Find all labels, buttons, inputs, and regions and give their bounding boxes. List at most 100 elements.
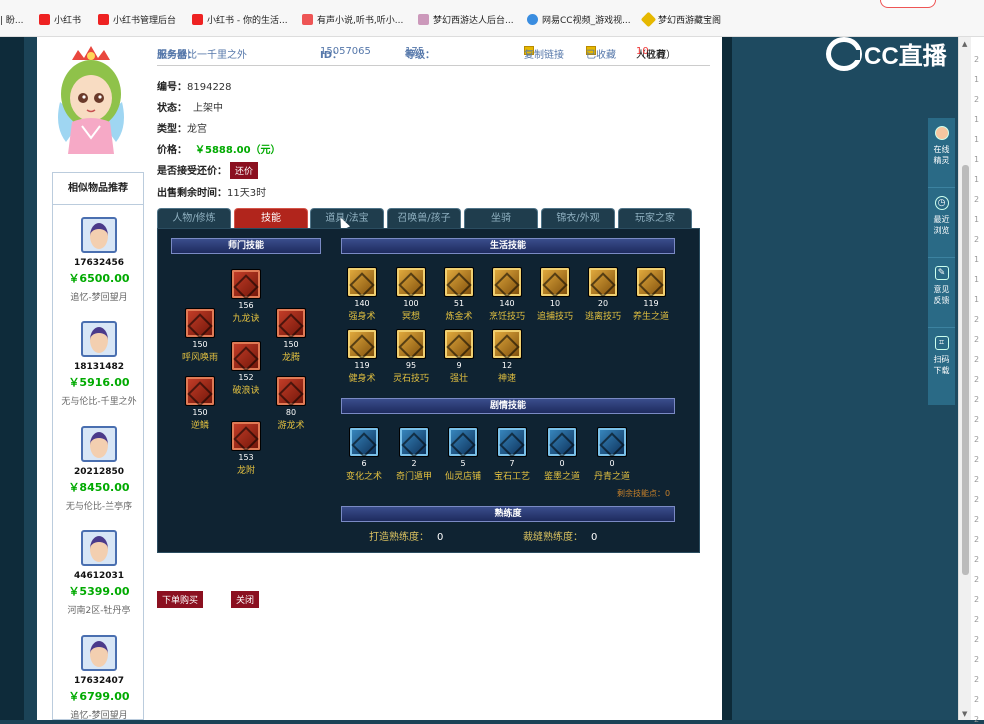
life-skill[interactable]: 100 冥想 — [386, 267, 436, 322]
audiobook-icon — [302, 14, 313, 25]
life-skill-icon — [540, 267, 570, 297]
bookmark-item[interactable]: 梦幻西游藏宝阁 — [640, 11, 721, 28]
detail-tabs: 人物/修炼 技能 道具/法宝 召唤兽/孩子 坐骑 锦衣/外观 玩家之家 — [157, 208, 700, 228]
character-thumb-icon — [81, 321, 117, 357]
school-skill[interactable]: 150 逆鳞 — [175, 376, 225, 431]
story-skills-title: 剧情技能 — [341, 398, 675, 414]
tab-pets[interactable]: 召唤兽/孩子 — [387, 208, 461, 228]
character-thumb-icon — [81, 217, 117, 253]
tool-qr-download[interactable]: ⌗ 扫码下载 — [928, 328, 955, 398]
scrollbar[interactable]: ▲ ▼ — [958, 37, 971, 720]
scroll-down-icon[interactable]: ▼ — [962, 710, 969, 718]
treasure-icon — [640, 11, 657, 28]
proficiency-title: 熟练度 — [341, 506, 675, 522]
school-skill-icon — [231, 421, 261, 451]
close-button[interactable]: 关闭 — [231, 591, 260, 608]
item-number: 编号：8194228 — [157, 82, 232, 93]
school-skill[interactable]: 80 游龙术 — [266, 376, 316, 431]
life-skill-icon — [492, 267, 522, 297]
school-skill-icon — [185, 308, 215, 338]
buy-button[interactable]: 下单购买 — [157, 591, 204, 608]
life-skill[interactable]: 140 强身术 — [337, 267, 387, 322]
bookmark-item[interactable]: 有声小说,听书,听小... — [302, 14, 403, 28]
sign-in-pill[interactable] — [880, 0, 936, 8]
life-skill-icon — [492, 329, 522, 359]
cc-logo-icon — [826, 37, 862, 71]
tab-outfits[interactable]: 锦衣/外观 — [541, 208, 615, 228]
left-edge — [0, 37, 24, 720]
bookmark-item[interactable]: 梦幻西游达人后台... — [418, 14, 514, 28]
school-skill[interactable]: 150 呼风唤雨 — [175, 308, 225, 363]
bookmarks-bar: | 盼... 小红书 小红书管理后台 小红书 - 你的生活... 有声小说,听书… — [0, 0, 984, 37]
life-skill[interactable]: 12 神速 — [482, 329, 532, 384]
xiaohongshu-icon — [192, 14, 203, 25]
similar-item[interactable]: 17632456 ￥6500.00 追忆-梦回望月 — [53, 217, 145, 303]
life-skill[interactable]: 119 养生之道 — [626, 267, 676, 322]
dragon-palace-character-icon — [58, 46, 124, 154]
tab-character[interactable]: 人物/修炼 — [157, 208, 231, 228]
life-skill[interactable]: 51 炼金术 — [434, 267, 484, 322]
character-thumb-icon — [81, 530, 117, 566]
bookmark-item[interactable]: | 盼... — [0, 14, 23, 28]
similar-item[interactable]: 17632407 ￥6799.00 追忆-梦回望月 — [53, 635, 145, 721]
similar-items-title: 相似物品推荐 — [53, 173, 143, 205]
story-skill[interactable]: 6 变化之术 — [339, 427, 389, 482]
story-skill-icon — [399, 427, 429, 457]
life-skill[interactable]: 9 强壮 — [434, 329, 484, 384]
story-skill[interactable]: 2 奇门遁甲 — [389, 427, 439, 482]
character-avatar — [52, 42, 130, 157]
game-icon — [418, 14, 429, 25]
item-price: 价格： ￥5888.00（元） — [157, 145, 281, 156]
xiaohongshu-icon — [39, 14, 50, 25]
life-skill[interactable]: 20 逃离技巧 — [578, 267, 628, 322]
floating-toolbar: 在线精灵 ◷ 最近浏览 ✎ 意见反馈 ⌗ 扫码下载 — [928, 118, 955, 405]
story-skill-icon — [448, 427, 478, 457]
tab-home[interactable]: 玩家之家 — [618, 208, 692, 228]
similar-item[interactable]: 18131482 ￥5916.00 无与伦比-千里之外 — [53, 321, 145, 407]
life-skill-icon — [636, 267, 666, 297]
story-skill[interactable]: 0 鉴墨之道 — [537, 427, 587, 482]
life-skill[interactable]: 10 追捕技巧 — [530, 267, 580, 322]
sprite-icon — [934, 126, 949, 140]
story-skill-icon — [597, 427, 627, 457]
life-skill-icon — [444, 267, 474, 297]
life-skill[interactable]: 95 灵石技巧 — [386, 329, 436, 384]
school-skill[interactable]: 152 破浪诀 — [221, 341, 271, 396]
life-skill-icon — [588, 267, 618, 297]
item-type: 类型：龙宫 — [157, 124, 207, 135]
edit-icon: ✎ — [934, 266, 949, 280]
school-skill[interactable]: 153 龙附 — [221, 421, 271, 476]
tab-skills[interactable]: 技能 — [234, 208, 308, 228]
story-skill[interactable]: 5 仙灵店铺 — [438, 427, 488, 482]
tool-recent[interactable]: ◷ 最近浏览 — [928, 188, 955, 258]
tab-mounts[interactable]: 坐骑 — [464, 208, 538, 228]
school-skill[interactable]: 150 龙腾 — [266, 308, 316, 363]
tool-feedback[interactable]: ✎ 意见反馈 — [928, 258, 955, 328]
story-skill[interactable]: 7 宝石工艺 — [487, 427, 537, 482]
similar-item[interactable]: 44612031 ￥5399.00 河南2区-牡丹亭 — [53, 530, 145, 616]
cc-live-logo[interactable]: CC直播 — [826, 36, 947, 71]
character-thumb-icon — [81, 635, 117, 671]
bookmark-item[interactable]: 网易CC视频_游戏视... — [527, 14, 631, 28]
school-skill[interactable]: 156 九龙诀 — [221, 269, 271, 324]
similar-item[interactable]: 20212850 ￥8450.00 无与伦比-兰亭序 — [53, 426, 145, 512]
sew-proficiency: 裁缝熟练度： 0 — [523, 532, 598, 543]
netease-cc-icon — [527, 14, 538, 25]
bookmark-item[interactable]: 小红书管理后台 — [98, 14, 176, 28]
scroll-up-icon[interactable]: ▲ — [962, 40, 969, 48]
life-skill[interactable]: 119 健身术 — [337, 329, 387, 384]
life-skills-title: 生活技能 — [341, 238, 675, 254]
item-status: 状态： 上架中 — [157, 103, 223, 114]
remaining-skill-points: 剩余技能点：0 — [617, 489, 671, 498]
bookmark-item[interactable]: 小红书 — [39, 14, 81, 28]
life-skill-icon — [444, 329, 474, 359]
school-skill-icon — [276, 376, 306, 406]
tool-online-sprite[interactable]: 在线精灵 — [928, 118, 955, 188]
line-gutter: 2121111212111222222222222222222222 — [971, 37, 984, 724]
bookmark-item[interactable]: 小红书 - 你的生活... — [192, 14, 288, 28]
story-skill[interactable]: 0 丹青之道 — [587, 427, 637, 482]
scroll-thumb[interactable] — [962, 165, 969, 575]
remaining-time: 出售剩余时间：11天3时 — [157, 188, 267, 199]
bargain-button[interactable]: 还价 — [230, 162, 259, 179]
life-skill[interactable]: 140 烹饪技巧 — [482, 267, 532, 322]
